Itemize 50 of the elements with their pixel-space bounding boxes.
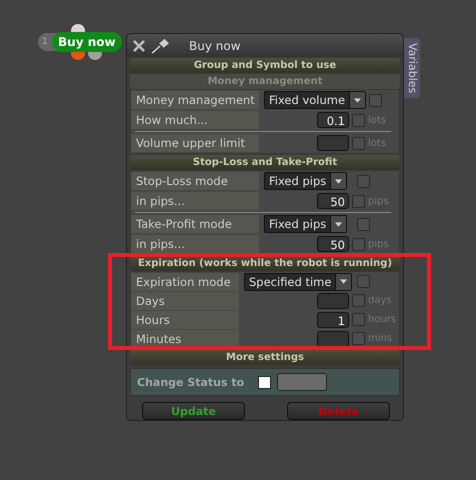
field-label: Expiration mode bbox=[131, 272, 239, 290]
field-label: Stop-Loss mode bbox=[131, 172, 259, 190]
field-label: in pips... bbox=[131, 192, 259, 210]
checkbox[interactable] bbox=[352, 332, 365, 345]
status-label: Change Status to bbox=[137, 376, 244, 388]
checkbox[interactable] bbox=[258, 376, 272, 388]
field-label: Hours bbox=[131, 310, 239, 328]
number-field[interactable]: 1 bbox=[317, 312, 349, 328]
field-label: Days bbox=[131, 292, 239, 310]
caret-icon bbox=[335, 222, 342, 226]
status-field[interactable] bbox=[277, 373, 328, 391]
field-label: Volume upper limit bbox=[131, 134, 259, 152]
checkbox[interactable] bbox=[357, 218, 370, 230]
section-header[interactable]: Group and Symbol to use bbox=[130, 58, 400, 73]
close-icon[interactable] bbox=[133, 40, 145, 52]
caret-icon bbox=[335, 178, 342, 184]
checkbox[interactable] bbox=[352, 294, 365, 307]
dropdown[interactable]: Fixed volume bbox=[264, 91, 366, 109]
field-label: Money management bbox=[131, 91, 259, 109]
dropdown[interactable]: Fixed pips bbox=[264, 172, 348, 190]
pushpin-icon[interactable] bbox=[151, 38, 171, 54]
node-label[interactable]: Buy now bbox=[52, 32, 122, 52]
field-label: How much... bbox=[131, 111, 259, 129]
number-field[interactable]: 50 bbox=[317, 193, 349, 209]
checkbox[interactable] bbox=[352, 194, 365, 208]
update-button[interactable]: Update bbox=[142, 402, 245, 420]
window-title: Buy now bbox=[189, 38, 241, 52]
number-field[interactable] bbox=[317, 292, 349, 308]
section-header[interactable]: Stop-Loss and Take-Profit bbox=[130, 155, 400, 170]
number-field[interactable]: 0.1 bbox=[317, 112, 349, 128]
field-label: in pips... bbox=[131, 235, 259, 253]
checkbox[interactable] bbox=[357, 275, 370, 288]
checkbox[interactable] bbox=[352, 114, 365, 126]
checkbox[interactable] bbox=[352, 238, 365, 250]
checkbox[interactable] bbox=[357, 174, 370, 188]
checkbox[interactable] bbox=[369, 94, 382, 106]
field-label: Take-Profit mode bbox=[131, 215, 259, 233]
caret-icon bbox=[340, 279, 348, 284]
caret-icon bbox=[354, 98, 362, 102]
number-field[interactable] bbox=[317, 135, 349, 151]
field-label: Minutes bbox=[131, 330, 239, 348]
checkbox[interactable] bbox=[352, 313, 365, 326]
section-header[interactable]: More settings bbox=[130, 350, 400, 365]
checkbox[interactable] bbox=[352, 136, 365, 150]
side-tab[interactable]: Variables bbox=[404, 38, 420, 98]
section-header[interactable]: Expiration (works while the robot is running) bbox=[130, 256, 400, 271]
dropdown[interactable]: Fixed pips bbox=[264, 215, 348, 233]
number-field[interactable]: 50 bbox=[317, 236, 349, 252]
dropdown[interactable]: Specified time bbox=[244, 272, 352, 290]
number-field[interactable] bbox=[317, 330, 349, 346]
